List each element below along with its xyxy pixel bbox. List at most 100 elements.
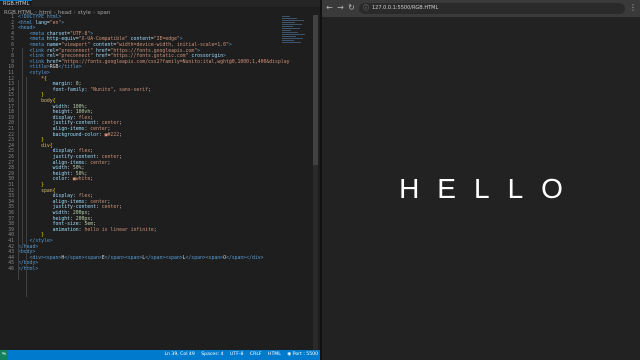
code-token: http-equiv (46, 37, 76, 43)
code-token: ; (90, 149, 94, 155)
code-token: 50% (72, 166, 82, 172)
line-number: 46 (8, 267, 14, 272)
line-ending[interactable]: CRLF (250, 352, 262, 357)
live-server-port[interactable]: ◉ Port : 5500 (287, 352, 318, 357)
minimap-line (282, 32, 298, 33)
minimap-line (282, 30, 291, 31)
code-token: ; (107, 127, 111, 132)
code-token: content (90, 43, 114, 48)
hello-text: HELLO (322, 17, 640, 360)
code-token: center (90, 160, 108, 166)
code-token: justify-content (18, 155, 96, 160)
code-token: span (18, 188, 53, 194)
code-token: ; (93, 222, 96, 228)
code-token: ; (90, 177, 94, 183)
remote-icon[interactable]: ⇋ (0, 350, 8, 360)
address-bar[interactable]: ⓘ 127.0.0.1:5500/RGB.HTML (359, 3, 625, 14)
code-line[interactable]: <div><span>H</span><span>E</span><span>L… (18, 256, 264, 262)
code-token: </html> (18, 267, 39, 272)
code-token: ; (90, 216, 94, 222)
scrollbar-thumb[interactable] (313, 15, 318, 165)
encoding[interactable]: UTF-8 (230, 352, 243, 357)
menu-icon[interactable]: ⋮ (629, 3, 637, 13)
minimap-line (282, 16, 290, 17)
tab-bar: RGB.HTML (0, 0, 320, 7)
minimap[interactable] (282, 15, 308, 55)
minimap-line (282, 38, 303, 39)
minimap-line (282, 40, 294, 41)
indent-guide (22, 48, 23, 248)
minimap-line (282, 18, 297, 19)
code-token: crossorigin (188, 54, 224, 60)
code-token: center (101, 121, 120, 127)
code-token: "https://fonts.googleapis.com/css2?famil… (61, 59, 290, 65)
code-token: ; (78, 82, 82, 88)
code-token: center (101, 205, 120, 211)
url-text: 127.0.0.1:5500/RGB.HTML (372, 5, 439, 11)
status-bar: ⇋ Ln 39, Col 49 Spaces: 4 UTF-8 CRLF HTM… (0, 350, 320, 360)
code-token: ; (119, 155, 122, 160)
code-token: ■white (72, 177, 91, 183)
indentation[interactable]: Spaces: 4 (201, 352, 223, 357)
code-line[interactable]: </html> (18, 267, 38, 273)
code-token: 5em (84, 222, 94, 228)
cursor-position[interactable]: Ln 39, Col 49 (164, 352, 194, 357)
code-token: > (61, 20, 65, 26)
code-token: hello is linear infinite (84, 227, 154, 233)
hello-letter: L (507, 172, 524, 204)
browser-toolbar: ← → ↻ ⓘ 127.0.0.1:5500/RGB.HTML ⋮ (322, 0, 640, 17)
code-token: "https://fonts.googleapis.com" (110, 48, 198, 54)
code-token: "https://fonts.gstatic.com" (110, 54, 189, 60)
breadcrumb-item[interactable]: style (78, 10, 91, 16)
code-token: "X-UA-Compatible" (78, 37, 128, 43)
code-token: justify-content (18, 205, 96, 211)
forward-icon[interactable]: → (336, 3, 345, 13)
minimap-line (282, 20, 304, 21)
code-token: </span><span> (104, 255, 143, 261)
code-token: </style> (18, 239, 53, 244)
code-token: </span></div> (225, 255, 264, 261)
back-icon[interactable]: ← (325, 3, 334, 13)
code-token: "IE=edge" (153, 37, 180, 43)
browser-window: ← → ↻ ⓘ 127.0.0.1:5500/RGB.HTML ⋮ HELLO (322, 0, 640, 360)
code-token: rel (46, 54, 56, 60)
code-token: ; (87, 211, 91, 216)
code-token: font-size (18, 222, 79, 228)
minimap-line (282, 24, 302, 25)
code-token: ■#222 (104, 132, 120, 138)
code-token: { (52, 99, 56, 104)
code-token: flex (78, 194, 91, 200)
code-token: align-items (18, 160, 85, 166)
code-token: </body> (18, 261, 39, 267)
minimap-line (282, 36, 296, 37)
code-token: body (18, 99, 53, 104)
code-token: href (93, 48, 108, 54)
code-token: ; (81, 166, 85, 172)
code-token: ; (90, 110, 94, 116)
code-token: 100vh (75, 110, 91, 116)
code-token: 200px (72, 211, 88, 216)
code-token: lang (35, 20, 47, 26)
code-token: ; (119, 132, 122, 138)
editor-scrollbar[interactable] (313, 15, 318, 350)
code-token: "Nunito" (90, 87, 114, 93)
breadcrumb-item[interactable]: span (97, 10, 110, 16)
code-token: ; (119, 205, 122, 211)
code-token: "en" (49, 20, 62, 26)
minimap-line (282, 28, 300, 29)
code-token: ; (84, 104, 88, 110)
indent-guide (18, 80, 19, 280)
minimap-line (282, 22, 295, 23)
info-icon[interactable]: ⓘ (363, 3, 369, 14)
reload-icon[interactable]: ↻ (347, 3, 356, 13)
indent-guide (26, 77, 27, 297)
minimap-line (282, 26, 293, 27)
language-mode[interactable]: HTML (268, 352, 281, 357)
code-token: </span><span> (145, 255, 183, 261)
code-token: > (228, 43, 232, 48)
code-token: > (197, 48, 200, 54)
tab-rgb-html[interactable]: RGB.HTML (0, 0, 32, 7)
code-editor[interactable]: RGB.HTML RGB.HTML › html › head › style › span 1… (0, 0, 320, 360)
code-token: align-items (18, 127, 85, 132)
code-token: ; (148, 87, 151, 93)
